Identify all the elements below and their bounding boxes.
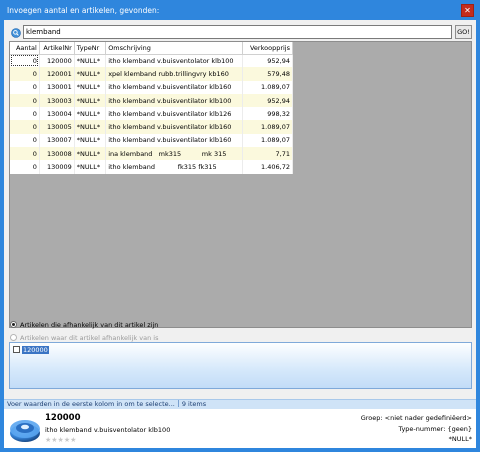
cell-artikelnr: 130003 (39, 93, 75, 108)
dependency-list[interactable]: 120000 (9, 342, 472, 389)
cell-typenr: *NULL* (74, 160, 107, 174)
cell-typenr: *NULL* (74, 93, 107, 108)
cell-verkoopprijs: 952,94 (242, 54, 294, 68)
cell-aantal[interactable]: 0 (10, 147, 40, 161)
cell-verkoopprijs: 1.089,07 (242, 133, 294, 148)
cell-verkoopprijs: 1.089,07 (242, 120, 294, 134)
cell-typenr: *NULL* (74, 147, 107, 161)
status-hint: Voer waarden in de eerste kolom in om te… (7, 400, 175, 408)
cell-typenr: *NULL* (74, 120, 107, 134)
cell-omschrijving: itho klemband fk315 fk315 (105, 160, 243, 174)
cell-artikelnr: 120000 (39, 54, 75, 68)
column-header-verkoopprijs[interactable]: Verkoopprijs (242, 42, 294, 55)
status-bar: Voer waarden in de eerste kolom in om te… (4, 399, 476, 409)
table-row[interactable]: 0 130003 *NULL* itho klemband v.buisvent… (10, 93, 294, 108)
table-header-row: Aantal ArtikelNr TypeNr Omschrijving Ver… (10, 42, 294, 55)
cell-artikelnr: 120001 (39, 67, 75, 81)
results-table: Aantal ArtikelNr TypeNr Omschrijving Ver… (10, 42, 294, 174)
search-input[interactable]: klemband (23, 25, 452, 39)
cell-verkoopprijs: 998,32 (242, 107, 294, 121)
search-icon (11, 28, 21, 38)
cell-verkoopprijs: 579,48 (242, 67, 294, 81)
column-header-aantal[interactable]: Aantal (10, 42, 40, 55)
cell-typenr: *NULL* (74, 67, 107, 81)
dialog-content: klemband GO! Aantal ArtikelNr TypeNr Oms… (4, 20, 476, 448)
list-item[interactable]: 120000 (13, 346, 49, 355)
radio-label: Artikelen waar dit artikel afhankelijk v… (20, 334, 159, 342)
list-item-checkbox[interactable] (13, 346, 20, 353)
cell-aantal[interactable]: 0 (10, 93, 40, 108)
cell-omschrijving: itho klemband v.buisventilator klb160 (105, 80, 243, 94)
radio-button-disabled[interactable] (10, 334, 17, 341)
close-icon: ✕ (464, 6, 471, 15)
radio-dependent-on-this[interactable]: Artikelen die afhankelijk van dit artike… (10, 320, 158, 330)
radio-button-checked[interactable] (10, 321, 17, 328)
table-row[interactable]: 0 130009 *NULL* itho klemband fk315 fk31… (10, 160, 294, 174)
cell-typenr: *NULL* (74, 54, 107, 68)
cell-aantal[interactable]: 0 (10, 133, 40, 148)
cell-typenr: *NULL* (74, 80, 107, 94)
cell-omschrijving: xpel klemband rubb.trillingvry kb160 (105, 67, 243, 81)
cell-omschrijving: itho klemband v.buisventilator klb126 (105, 107, 243, 121)
cell-verkoopprijs: 1.406,72 (242, 160, 294, 174)
status-separator (177, 400, 179, 407)
cell-typenr: *NULL* (74, 107, 107, 121)
window-title: Invoegen aantal en artikelen, gevonden: (7, 6, 160, 15)
table-row[interactable]: 0 120000 *NULL* itho klemband v.buisvent… (10, 54, 294, 68)
cell-aantal[interactable]: 0 (10, 160, 40, 174)
close-button[interactable]: ✕ (461, 4, 474, 17)
table-row[interactable]: 0 130008 *NULL* ina klemband mk315 mk 31… (10, 147, 294, 161)
product-group: Groep: <niet nader gedefiniëerd> (360, 414, 472, 422)
table-row[interactable]: 0 130007 *NULL* itho klemband v.buisvent… (10, 133, 294, 148)
table-row[interactable]: 0 130004 *NULL* itho klemband v.buisvent… (10, 107, 294, 121)
cell-artikelnr: 130004 (39, 107, 75, 121)
cell-artikelnr: 130001 (39, 80, 75, 94)
rating-stars[interactable]: ★★★★★ (45, 436, 76, 444)
cell-aantal[interactable]: 0 (10, 107, 40, 121)
status-item-count: 9 items (181, 400, 207, 408)
list-item-label: 120000 (22, 346, 49, 354)
title-bar[interactable]: Invoegen aantal en artikelen, gevonden: … (0, 0, 480, 20)
results-grid[interactable]: Aantal ArtikelNr TypeNr Omschrijving Ver… (9, 41, 472, 328)
cell-omschrijving: itho klemband v.buisventilator klb160 (105, 133, 243, 148)
table-row[interactable]: 0 130005 *NULL* itho klemband v.buisvent… (10, 120, 294, 134)
cell-aantal[interactable]: 0 (10, 54, 40, 68)
cell-aantal[interactable]: 0 (10, 67, 40, 81)
product-code: 120000 (45, 413, 81, 423)
column-header-omschrijving[interactable]: Omschrijving (105, 42, 243, 55)
product-description: itho klemband v.buisventolator klb100 (45, 426, 171, 434)
cell-aantal[interactable]: 0 (10, 120, 40, 134)
cell-omschrijving: itho klemband v.buisventolator klb100 (105, 54, 243, 68)
cell-verkoopprijs: 952,94 (242, 93, 294, 108)
table-row[interactable]: 0 120001 *NULL* xpel klemband rubb.trill… (10, 67, 294, 81)
go-button[interactable]: GO! (455, 25, 472, 39)
cell-artikelnr: 130007 (39, 133, 75, 148)
cell-verkoopprijs: 1.089,07 (242, 80, 294, 94)
cell-verkoopprijs: 7,71 (242, 147, 294, 161)
globe-product-icon (10, 420, 40, 442)
cell-artikelnr: 130005 (39, 120, 75, 134)
cell-omschrijving: ina klemband mk315 mk 315 (105, 147, 243, 161)
radio-label: Artikelen die afhankelijk van dit artike… (20, 321, 159, 329)
dialog-window: Invoegen aantal en artikelen, gevonden: … (0, 0, 480, 452)
table-row[interactable]: 0 130001 *NULL* itho klemband v.buisvent… (10, 80, 294, 94)
product-details-panel: 120000 itho klemband v.buisventolator kl… (4, 409, 476, 448)
cell-aantal[interactable]: 0 (10, 80, 40, 94)
cell-typenr: *NULL* (74, 133, 107, 148)
product-null-value: *NULL* (448, 435, 472, 443)
cell-artikelnr: 130008 (39, 147, 75, 161)
product-type-number: Type-nummer: {geen} (398, 425, 472, 433)
column-header-artikelnr[interactable]: ArtikelNr (39, 42, 75, 55)
cell-omschrijving: itho klemband v.buisventilator klb160 (105, 120, 243, 134)
cell-omschrijving: itho klemband v.buisventilator klb100 (105, 93, 243, 108)
cell-artikelnr: 130009 (39, 160, 75, 174)
column-header-typenr[interactable]: TypeNr (74, 42, 107, 55)
